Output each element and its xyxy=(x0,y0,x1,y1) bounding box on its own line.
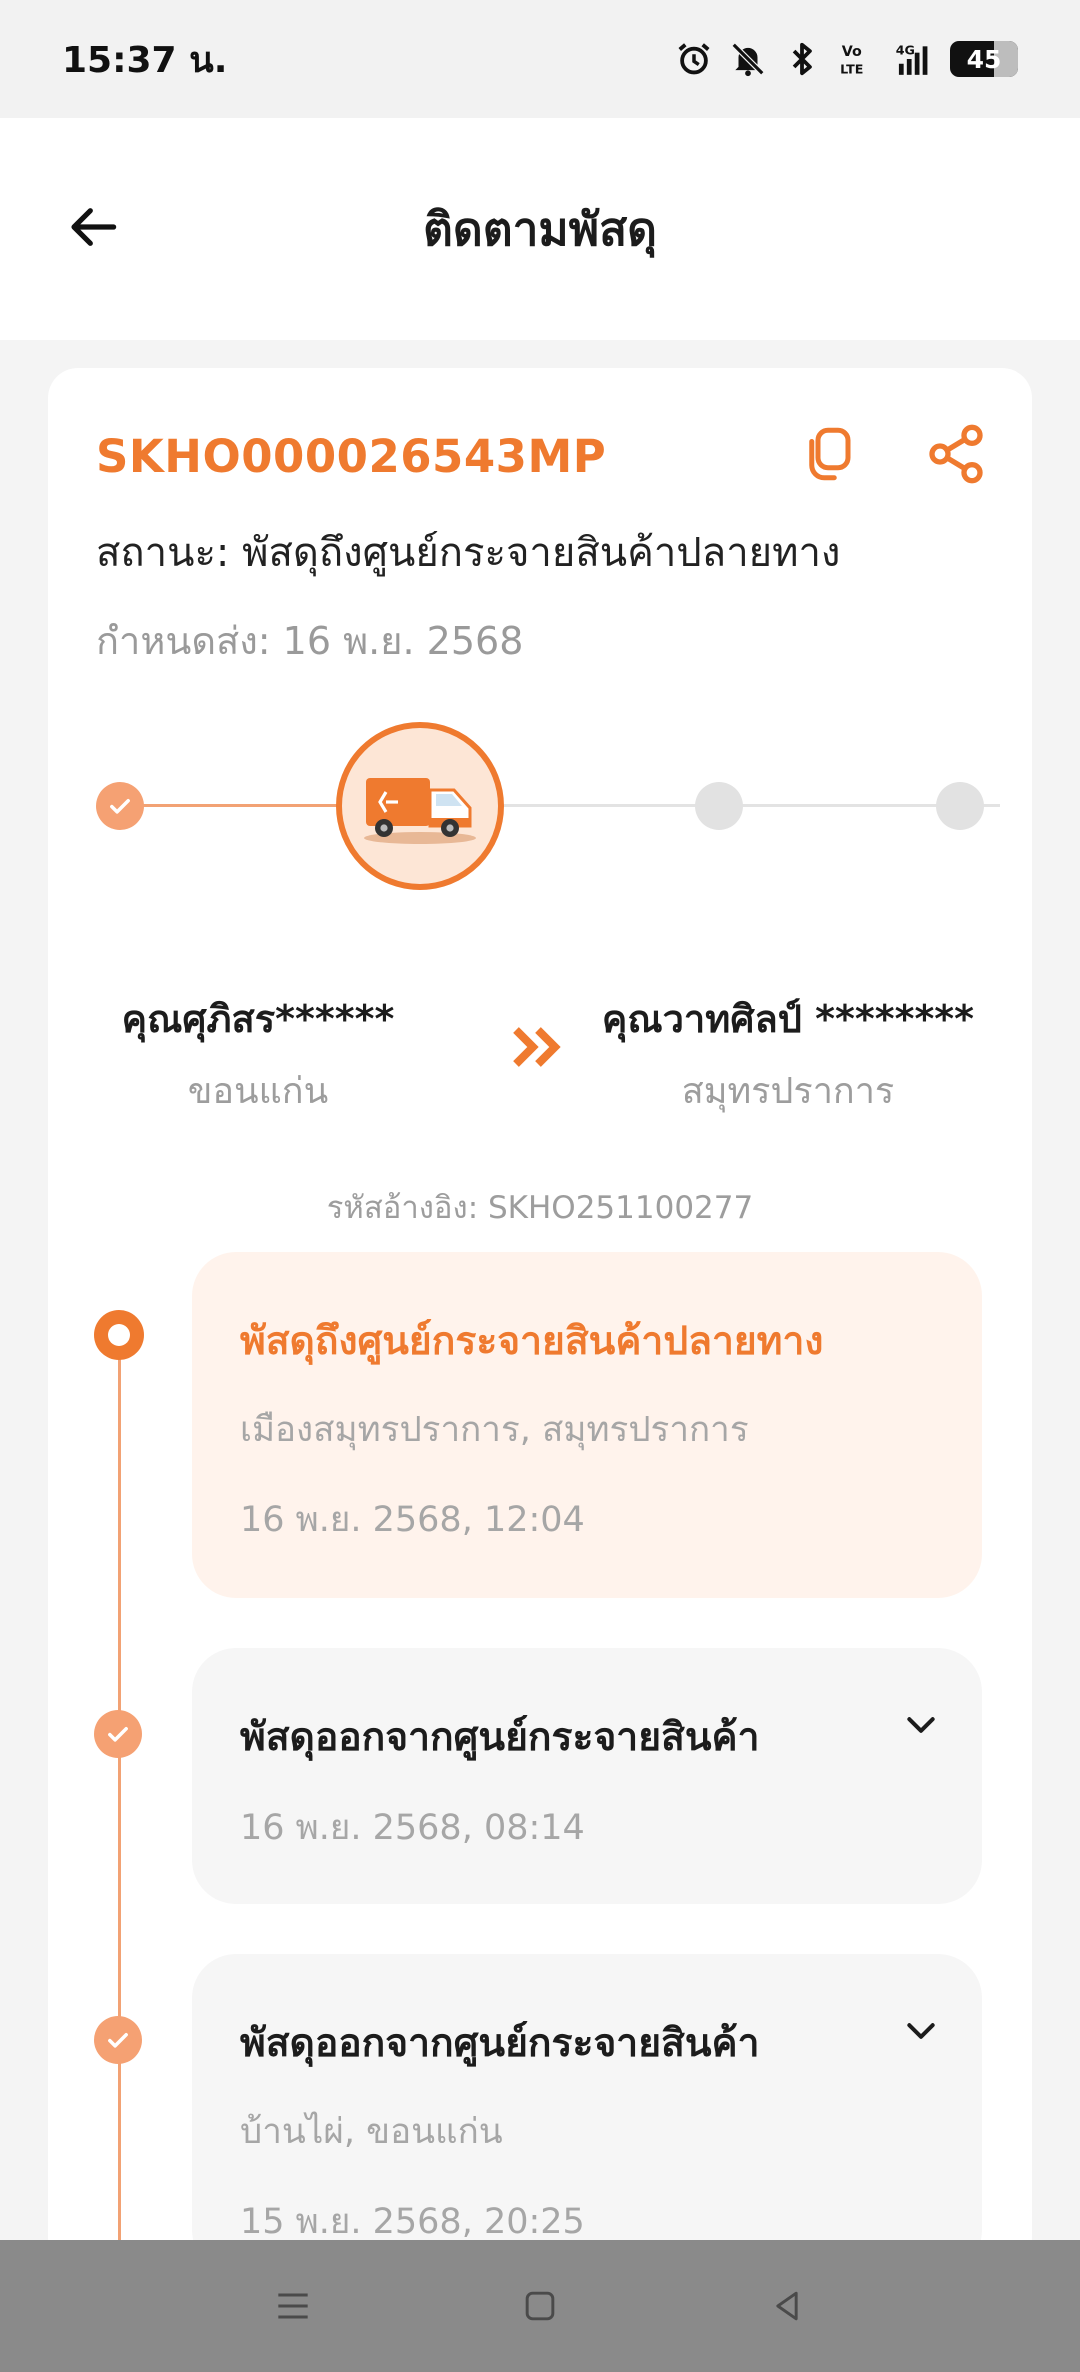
copy-icon xyxy=(809,427,851,481)
menu-icon xyxy=(278,2293,308,2319)
expand-button[interactable] xyxy=(896,1700,946,1750)
event-time: 16 พ.ย. 2568, 12:04 xyxy=(240,1500,585,1540)
timeline-line xyxy=(118,1340,121,2300)
arrow-left-icon xyxy=(71,208,117,246)
receiver-name: คุณวาทศิลป์ ******** xyxy=(601,997,975,1041)
check-icon xyxy=(110,799,130,814)
signal-4g-icon: 4G xyxy=(890,39,930,79)
event-title: พัสดุออกจากศูนย์กระจายสินค้า xyxy=(240,1715,760,1760)
home-button[interactable] xyxy=(500,2266,580,2346)
timeline-dot-current xyxy=(94,1310,144,1360)
timeline-dot-done xyxy=(94,1710,142,1758)
app-header: ติดตามพัสดุ xyxy=(0,118,1080,340)
sender-city: ขอนแก่น xyxy=(187,1071,329,1112)
recent-apps-button[interactable] xyxy=(253,2266,333,2346)
timeline-event[interactable]: พัสดุออกจากศูนย์กระจายสินค้า บ้านไผ่, ขอ… xyxy=(192,1954,982,2274)
shipment-status: สถานะ: พัสดุถึงศูนย์กระจายสินค้าปลายทาง xyxy=(96,530,841,576)
chevron-down-icon xyxy=(907,1717,935,1733)
system-back-button[interactable] xyxy=(747,2266,827,2346)
screen: 15:37 น. Vo LTE 4G 45 ติดตามพัสดุ SKHO00… xyxy=(0,0,1080,2372)
battery-icon: 45 xyxy=(950,41,1018,77)
bluetooth-icon xyxy=(782,39,822,79)
event-title: พัสดุถึงศูนย์กระจายสินค้าปลายทาง xyxy=(240,1319,824,1364)
share-icon xyxy=(929,424,983,484)
reference-number: รหัสอ้างอิง: SKHO251100277 xyxy=(326,1190,754,1226)
progress-step-pending xyxy=(695,782,743,830)
status-bar: 15:37 น. Vo LTE 4G 45 xyxy=(0,0,1080,118)
battery-level: 45 xyxy=(966,44,1002,74)
progress-step-done xyxy=(96,782,144,830)
event-location: บ้านไผ่, ขอนแก่น xyxy=(240,2112,503,2152)
back-button[interactable] xyxy=(60,192,130,262)
check-icon xyxy=(108,2033,128,2048)
check-icon xyxy=(108,1727,128,1742)
copy-button[interactable] xyxy=(788,414,868,494)
chevron-down-icon xyxy=(907,2023,935,2039)
delivery-truck-icon xyxy=(364,778,476,844)
timeline-event[interactable]: พัสดุออกจากศูนย์กระจายสินค้า 16 พ.ย. 256… xyxy=(192,1648,982,1904)
system-nav-bar xyxy=(0,2240,1080,2372)
bell-off-icon xyxy=(728,39,768,79)
receiver-city: สมุทรปราการ xyxy=(681,1071,895,1112)
event-location: เมืองสมุทรปราการ, สมุทรปราการ xyxy=(240,1410,749,1450)
event-time: 16 พ.ย. 2568, 08:14 xyxy=(240,1808,585,1848)
status-icons: Vo LTE 4G 45 xyxy=(674,39,1018,79)
expand-button[interactable] xyxy=(896,2006,946,2056)
page-title: ติดตามพัสดุ xyxy=(422,201,658,256)
tracking-card: SKHO000026543MP สถานะ: พัสดุถึงศูนย์กระจ… xyxy=(48,368,1032,2300)
svg-text:LTE: LTE xyxy=(840,61,863,76)
timeline-dot-done xyxy=(94,2016,142,2064)
svg-text:Vo: Vo xyxy=(842,44,862,60)
progress-step-pending xyxy=(936,782,984,830)
double-chevron-right-icon xyxy=(513,1027,561,1067)
status-time: 15:37 น. xyxy=(62,39,228,81)
due-date: กำหนดส่ง: 16 พ.ย. 2568 xyxy=(96,619,524,663)
timeline-event-current: พัสดุถึงศูนย์กระจายสินค้าปลายทาง เมืองสม… xyxy=(192,1252,982,1598)
event-title: พัสดุออกจากศูนย์กระจายสินค้า xyxy=(240,2021,760,2066)
alarm-icon xyxy=(674,39,714,79)
svg-text:4G: 4G xyxy=(896,42,915,57)
tracking-number: SKHO000026543MP xyxy=(96,430,607,483)
sender-name: คุณศุภิสร****** xyxy=(121,997,395,1041)
home-square-icon xyxy=(525,2291,555,2321)
volte-icon: Vo LTE xyxy=(836,39,876,79)
back-triangle-icon xyxy=(776,2291,798,2321)
progress-step-current xyxy=(336,722,504,890)
share-button[interactable] xyxy=(916,414,996,494)
